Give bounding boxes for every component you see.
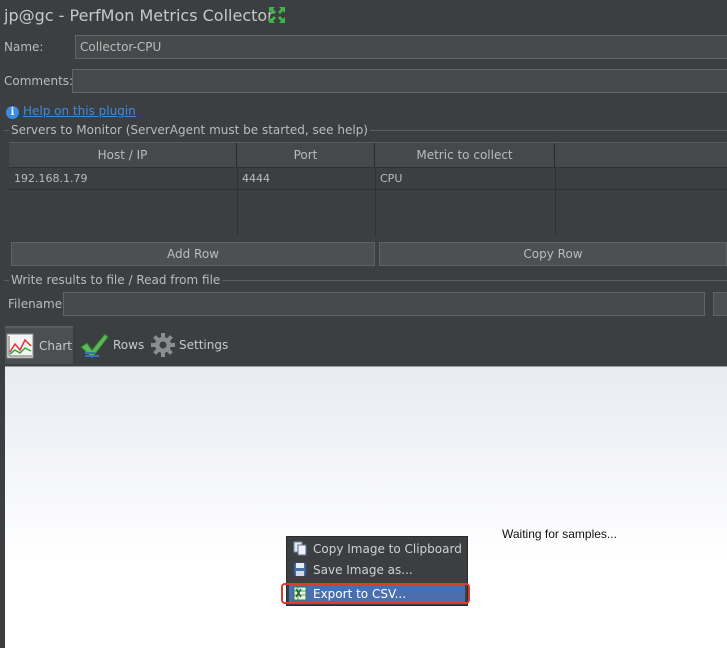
tab-chart[interactable]: Chart	[5, 326, 73, 364]
expand-icon[interactable]	[268, 6, 286, 24]
chart-status-text: Waiting for samples...	[502, 527, 617, 541]
copy-icon	[293, 541, 307, 556]
menu-item-copy-image-label: Copy Image to Clipboard	[313, 542, 462, 556]
checkmark-icon	[80, 333, 109, 359]
info-icon: i	[6, 106, 19, 119]
servers-table: Host / IP Port Metric to collect 192.168…	[9, 142, 727, 235]
help-link[interactable]: Help on this plugin	[23, 104, 136, 118]
filename-input[interactable]	[63, 292, 705, 316]
cell-port[interactable]: 4444	[237, 168, 375, 190]
column-header-port[interactable]: Port	[237, 143, 375, 167]
file-group-title: Write results to file / Read from file	[9, 273, 223, 287]
tab-settings[interactable]: Settings	[151, 326, 231, 364]
floppy-disk-icon	[293, 562, 307, 577]
menu-item-save-image-label: Save Image as...	[313, 563, 413, 577]
line-chart-icon	[6, 333, 34, 359]
column-header-parameters[interactable]	[555, 143, 727, 167]
tab-settings-label: Settings	[179, 338, 229, 352]
tab-chart-label: Chart	[39, 339, 72, 353]
cell-host[interactable]: 192.168.1.79	[9, 168, 237, 190]
comments-input[interactable]	[72, 69, 727, 93]
filename-label: Filename	[8, 297, 63, 311]
window-title: jp@gc - PerfMon Metrics Collector	[4, 6, 274, 25]
column-header-metric[interactable]: Metric to collect	[375, 143, 555, 167]
cell-parameters[interactable]	[555, 168, 727, 190]
tab-rows-label: Rows	[113, 338, 145, 352]
highlight-outline	[281, 583, 470, 604]
menu-item-copy-image[interactable]: Copy Image to Clipboard	[289, 539, 465, 559]
add-row-button[interactable]: Add Row	[11, 242, 375, 266]
tab-rows[interactable]: Rows	[79, 326, 149, 364]
menu-item-save-image[interactable]: Save Image as...	[289, 560, 465, 580]
comments-label: Comments:	[4, 74, 74, 88]
browse-button[interactable]	[713, 292, 727, 316]
gear-icon	[151, 333, 175, 357]
cell-metric[interactable]: CPU	[375, 168, 555, 190]
name-input[interactable]: Collector-CPU	[75, 35, 727, 59]
table-header: Host / IP Port Metric to collect	[9, 143, 727, 167]
column-header-host[interactable]: Host / IP	[9, 143, 237, 167]
copy-row-button[interactable]: Copy Row	[379, 242, 727, 266]
servers-group-title: Servers to Monitor (ServerAgent must be …	[9, 123, 370, 137]
name-label: Name:	[4, 40, 44, 54]
